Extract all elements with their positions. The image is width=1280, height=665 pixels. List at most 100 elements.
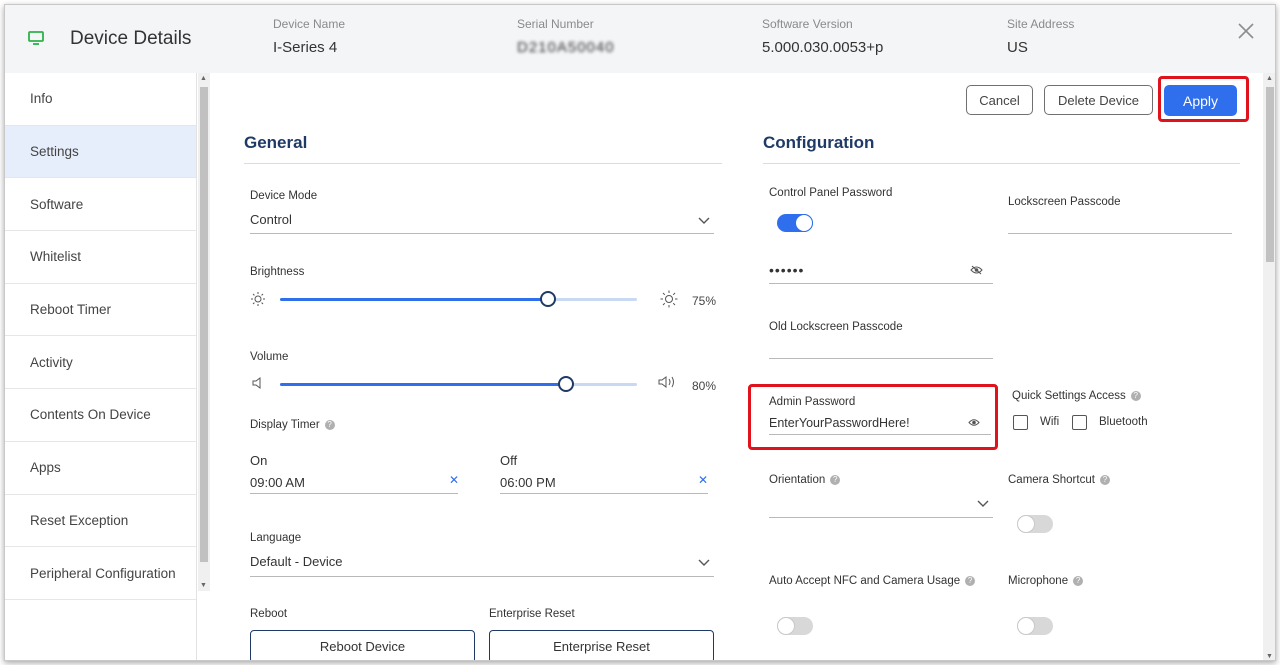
chevron-down-icon[interactable] <box>698 217 710 225</box>
scroll-down-icon[interactable]: ▼ <box>200 582 207 589</box>
off-label: Off <box>500 453 518 468</box>
language-select[interactable]: Default - Device <box>250 554 342 569</box>
site-address-label: Site Address <box>1007 17 1075 31</box>
device-name-field: Device Name I-Series 4 <box>273 17 345 56</box>
admin-password-input[interactable]: EnterYourPasswordHere! <box>769 416 910 430</box>
microphone-toggle[interactable] <box>1017 617 1053 635</box>
scroll-up-icon[interactable]: ▲ <box>1266 75 1273 82</box>
device-mode-select[interactable]: Control <box>250 212 292 227</box>
cancel-button[interactable]: Cancel <box>966 85 1033 115</box>
apply-button[interactable]: Apply <box>1164 85 1237 116</box>
orientation-label-text: Orientation <box>769 474 826 486</box>
close-icon[interactable] <box>1235 20 1257 42</box>
delete-device-button[interactable]: Delete Device <box>1044 85 1153 115</box>
sidebar-item-software[interactable]: Software <box>5 178 196 232</box>
bluetooth-checkbox[interactable] <box>1072 415 1087 430</box>
volume-low-icon <box>252 377 261 389</box>
sidebar-item-info[interactable]: Info <box>5 73 196 126</box>
sidebar-item-label: Reset Exception <box>30 512 129 528</box>
software-version-label: Software Version <box>762 17 853 31</box>
scroll-up-icon[interactable]: ▲ <box>200 75 207 82</box>
main-scrollbar[interactable]: ▲ ▼ <box>1263 73 1275 660</box>
main-scrollbar-thumb[interactable] <box>1266 87 1274 262</box>
sidebar-item-label: Peripheral Configuration <box>30 565 176 581</box>
admin-password-label: Admin Password <box>769 396 856 408</box>
display-timer-label: Display Timer? <box>250 419 335 431</box>
orientation-select[interactable] <box>769 517 993 518</box>
configuration-section-title: Configuration <box>763 133 875 152</box>
control-panel-password-label: Control Panel Password <box>769 187 893 199</box>
eye-icon[interactable] <box>968 418 980 427</box>
header: Device Details Device Name I-Series 4 Se… <box>5 5 1275 73</box>
sidebar-item-label: Info <box>30 91 53 107</box>
enterprise-reset-label: Enterprise Reset <box>489 608 575 620</box>
on-time-underline <box>250 493 458 494</box>
sidebar-item-activity[interactable]: Activity <box>5 336 196 390</box>
help-icon[interactable]: ? <box>1130 390 1141 401</box>
help-icon[interactable]: ? <box>324 419 335 430</box>
wifi-checkbox[interactable] <box>1013 415 1028 430</box>
toggle-knob <box>795 214 813 232</box>
eye-off-icon[interactable] <box>970 265 983 275</box>
serial-number-field: Serial Number D210A50040 <box>517 17 615 56</box>
volume-percent: 80% <box>692 379 717 393</box>
volume-slider-handle[interactable] <box>557 376 574 392</box>
sidebar-item-apps[interactable]: Apps <box>5 442 196 495</box>
sidebar-item-reboot-timer[interactable]: Reboot Timer <box>5 284 196 337</box>
sidebar-scrollbar[interactable]: ▲ ▼ <box>198 73 210 591</box>
help-icon[interactable]: ? <box>830 474 841 485</box>
general-section-title: General <box>244 133 308 152</box>
serial-number-label: Serial Number <box>517 17 594 31</box>
sidebar-item-peripheral-configuration[interactable]: Peripheral Configuration <box>5 547 196 600</box>
language-underline <box>250 576 714 577</box>
control-panel-password-toggle[interactable] <box>777 214 813 232</box>
lockscreen-passcode-label: Lockscreen Passcode <box>1008 196 1121 208</box>
clear-off-time-icon[interactable]: ✕ <box>698 473 708 487</box>
chevron-down-icon[interactable] <box>977 500 989 508</box>
scroll-down-icon[interactable]: ▼ <box>1266 653 1273 660</box>
brightness-high-icon <box>660 290 678 308</box>
software-version-value: 5.000.030.0053+p <box>762 39 884 56</box>
brightness-label: Brightness <box>250 266 305 278</box>
sidebar-scrollbar-thumb[interactable] <box>200 87 208 562</box>
brightness-slider-fill <box>280 298 548 301</box>
nfc-camera-label-text: Auto Accept NFC and Camera Usage <box>769 575 961 587</box>
sidebar-item-label: Apps <box>30 460 61 476</box>
off-time-input[interactable]: 06:00 PM <box>500 475 556 490</box>
sidebar-item-settings[interactable]: Settings <box>5 125 196 179</box>
help-icon[interactable]: ? <box>1073 575 1084 586</box>
brightness-low-icon <box>251 292 265 306</box>
brightness-slider-handle[interactable] <box>539 291 556 307</box>
sidebar-item-label: Software <box>30 196 84 212</box>
lockscreen-passcode-input[interactable] <box>1008 233 1232 234</box>
chevron-down-icon[interactable] <box>698 559 710 567</box>
reboot-device-button[interactable]: Reboot Device <box>250 630 475 660</box>
enterprise-reset-button[interactable]: Enterprise Reset <box>489 630 714 660</box>
sidebar-item-label: Settings <box>30 144 79 160</box>
volume-label: Volume <box>250 351 289 363</box>
device-details-window: Device Details Device Name I-Series 4 Se… <box>4 4 1276 661</box>
camera-shortcut-label-text: Camera Shortcut <box>1008 474 1095 486</box>
on-label: On <box>250 453 268 468</box>
sidebar-item-reset-exception[interactable]: Reset Exception <box>5 495 196 548</box>
help-icon[interactable]: ? <box>1099 474 1110 485</box>
device-name-value: I-Series 4 <box>273 39 338 56</box>
help-icon[interactable]: ? <box>965 575 976 586</box>
serial-number-value: D210A50040 <box>517 39 615 56</box>
sidebar-item-contents-on-device[interactable]: Contents On Device <box>5 389 196 442</box>
display-timer-label-text: Display Timer <box>250 419 320 431</box>
camera-shortcut-toggle[interactable] <box>1017 515 1053 533</box>
control-panel-password-input[interactable]: •••••• <box>769 262 804 278</box>
clear-on-time-icon[interactable]: ✕ <box>449 473 459 487</box>
wifi-label: Wifi <box>1040 416 1060 428</box>
nfc-camera-toggle[interactable] <box>777 617 813 635</box>
language-label: Language <box>250 532 302 544</box>
volume-slider-fill <box>280 383 566 386</box>
device-name-label: Device Name <box>273 17 346 31</box>
sidebar-item-whitelist[interactable]: Whitelist <box>5 231 196 284</box>
old-lockscreen-passcode-input[interactable] <box>769 358 993 359</box>
sidebar-item-label: Reboot Timer <box>30 302 112 318</box>
on-time-input[interactable]: 09:00 AM <box>250 475 305 490</box>
general-divider <box>244 163 722 164</box>
brightness-percent: 75% <box>692 294 717 308</box>
